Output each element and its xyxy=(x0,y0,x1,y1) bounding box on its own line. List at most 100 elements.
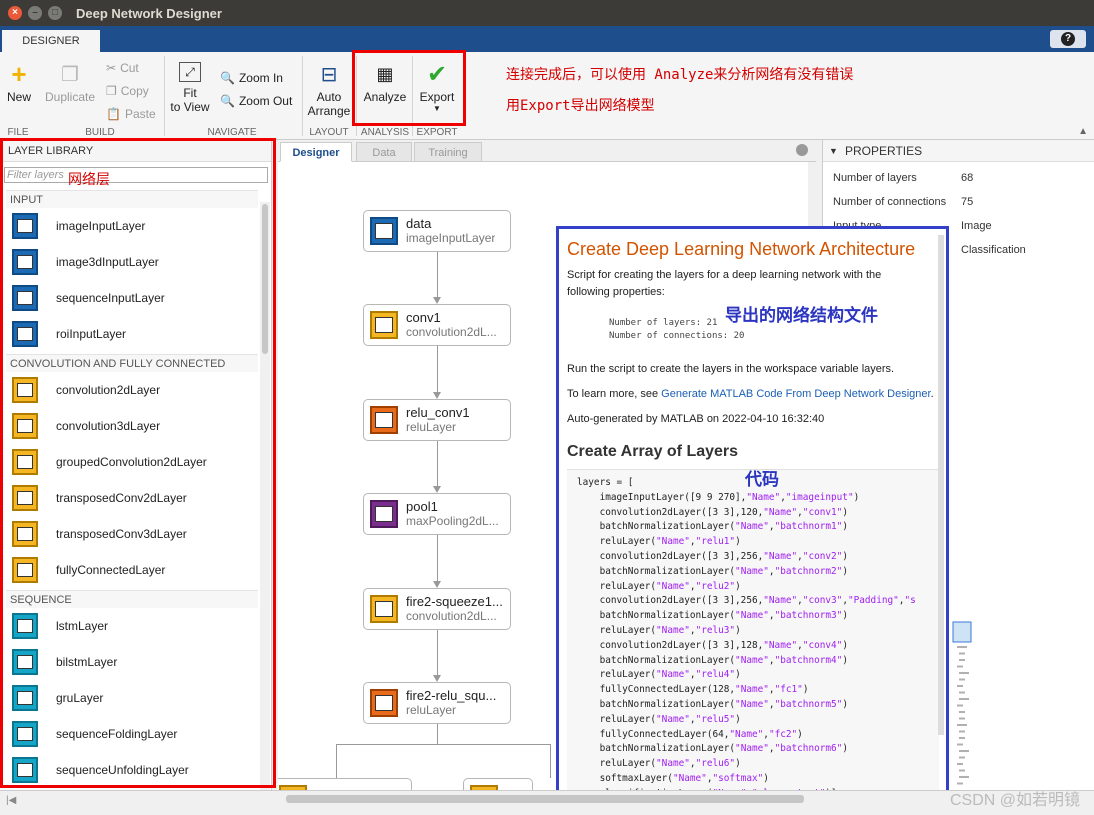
node-name: relu_conv1 xyxy=(406,405,470,420)
script-description: Script for creating the layers for a dee… xyxy=(567,269,882,298)
property-label: Number of connections xyxy=(833,196,947,208)
stats-connections: Number of connections: 20 xyxy=(609,331,745,341)
branch-connection-line xyxy=(336,744,550,745)
collapse-icon[interactable]: ▼ xyxy=(829,140,838,162)
layer-type-icon xyxy=(370,217,398,245)
layer-type-icon xyxy=(370,500,398,528)
script-scrollbar[interactable] xyxy=(938,235,944,735)
layer-glyph-icon xyxy=(375,506,393,522)
tab-training[interactable]: Training xyxy=(414,142,482,162)
scroll-left-icon[interactable]: |◀ xyxy=(6,795,16,806)
new-button[interactable]: + New xyxy=(4,59,34,105)
network-layer-node[interactable]: fire2-relu_squ... reluLayer xyxy=(363,682,511,724)
learn-more-link[interactable]: Generate MATLAB Code From Deep Network D… xyxy=(661,388,930,400)
node-text: relu_conv1 reluLayer xyxy=(406,405,470,435)
branch-connection-line xyxy=(336,744,337,778)
paste-button[interactable]: 📋 Paste xyxy=(106,107,156,121)
node-text: fire2-squeeze1... convolution2dL... xyxy=(406,594,503,624)
node-name: conv1 xyxy=(406,310,441,325)
network-overview-minimap[interactable] xyxy=(951,620,973,790)
minimap-node xyxy=(957,763,963,765)
help-button[interactable]: ? xyxy=(1050,30,1086,48)
canvas-tabbar: Designer Data Training xyxy=(278,140,816,162)
minimize-window-button[interactable]: – xyxy=(28,6,42,20)
code-line: reluLayer("Name","relu1") xyxy=(577,536,741,548)
minimap-node xyxy=(959,678,965,681)
fit-to-view-icon: ⤢ xyxy=(179,62,201,82)
minimap-node xyxy=(957,782,963,785)
code-line: batchNormalizationLayer("Name","batchnor… xyxy=(577,610,848,622)
properties-title: ▼ PROPERTIES xyxy=(823,140,1094,162)
tab-designer[interactable]: DESIGNER xyxy=(2,30,100,52)
minimap-node xyxy=(959,737,965,739)
code-line: batchNormalizationLayer("Name","batchnor… xyxy=(577,565,848,577)
group-label-analysis: ANALYSIS xyxy=(360,127,410,138)
horizontal-scrollbar-thumb[interactable] xyxy=(286,795,804,803)
connection-line xyxy=(437,724,438,744)
minimap-node xyxy=(957,724,967,726)
property-value: 75 xyxy=(961,196,974,208)
group-separator xyxy=(302,56,303,136)
scissors-icon: ✂ xyxy=(106,61,117,75)
annotation-analyze-note: 连接完成后，可以使用 Analyze来分析网络有没有错误 xyxy=(506,67,854,83)
window-titlebar: × – □ Deep Network Designer xyxy=(0,0,1094,26)
layer-type-icon xyxy=(370,595,398,623)
exported-script-window: Create Deep Learning Network Architectur… xyxy=(556,226,949,806)
code-line: reluLayer("Name","relu4") xyxy=(577,669,741,681)
canvas-options-icon[interactable] xyxy=(796,144,808,156)
duplicate-icon: ❐ xyxy=(61,63,79,86)
code-line: batchNormalizationLayer("Name","batchnor… xyxy=(577,521,848,533)
minimap-node xyxy=(957,704,963,707)
window-title: Deep Network Designer xyxy=(76,5,222,21)
network-layer-node[interactable]: fire2-squeeze1... convolution2dL... xyxy=(363,588,511,630)
zoom-out-button[interactable]: 🔍 Zoom Out xyxy=(220,94,292,108)
minimap-node xyxy=(957,646,967,648)
bottom-scrollbar[interactable]: |◀ xyxy=(0,790,1094,815)
node-type: convolution2dL... xyxy=(406,609,497,623)
branch-connection-line xyxy=(550,744,551,778)
code-line: convolution2dLayer([3 3],120,"Name","con… xyxy=(577,506,848,518)
node-name: data xyxy=(406,216,432,231)
network-layer-node[interactable]: conv1 convolution2dL... xyxy=(363,304,511,346)
cut-button[interactable]: ✂ Cut xyxy=(106,61,139,75)
annotation-file-note: 导出的网络结构文件 xyxy=(725,306,878,325)
watermark: CSDN @如若明镜 xyxy=(949,792,1080,809)
minimap-node xyxy=(959,698,969,700)
connection-arrow xyxy=(433,392,441,399)
code-line: batchNormalizationLayer("Name","batchnor… xyxy=(577,743,848,755)
copy-button[interactable]: ❐ Copy xyxy=(106,84,149,98)
maximize-window-button[interactable]: □ xyxy=(48,6,62,20)
property-value: Image xyxy=(961,220,992,232)
code-line: reluLayer("Name","relu6") xyxy=(577,758,741,770)
zoom-out-icon: 🔍 xyxy=(220,94,235,108)
minimap-node xyxy=(959,652,965,655)
auto-arrange-button[interactable]: ⊟ Auto Arrange xyxy=(306,62,352,119)
minimap-node xyxy=(959,711,965,713)
node-text: data imageInputLayer xyxy=(406,216,495,246)
tab-designer-canvas[interactable]: Designer xyxy=(280,142,352,162)
script-autogen-text: Auto-generated by MATLAB on 2022-04-10 1… xyxy=(567,413,825,425)
code-line: fullyConnectedLayer(64,"Name","fc2") xyxy=(577,728,803,740)
minimap-node xyxy=(959,756,965,759)
tab-data[interactable]: Data xyxy=(356,142,412,162)
zoom-in-icon: 🔍 xyxy=(220,71,235,85)
network-layer-node[interactable]: data imageInputLayer xyxy=(363,210,511,252)
node-text: pool1 maxPooling2dL... xyxy=(406,499,499,529)
connection-line xyxy=(437,346,438,393)
network-layer-node[interactable]: relu_conv1 reluLayer xyxy=(363,399,511,441)
duplicate-button[interactable]: ❐ Duplicate xyxy=(44,62,96,105)
layer-glyph-icon xyxy=(375,317,393,333)
node-type: reluLayer xyxy=(406,703,457,717)
layer-glyph-icon xyxy=(375,601,393,617)
node-name: fire2-squeeze1... xyxy=(406,594,503,609)
script-section-heading: Create Array of Layers xyxy=(567,443,739,460)
network-layer-node[interactable]: pool1 maxPooling2dL... xyxy=(363,493,511,535)
connection-line xyxy=(437,535,438,582)
group-label-navigate: NAVIGATE xyxy=(207,127,257,138)
fit-to-view-button[interactable]: ⤢ Fit to View xyxy=(170,62,210,114)
collapse-toolstrip-icon[interactable]: ▲ xyxy=(1078,126,1088,137)
close-window-button[interactable]: × xyxy=(8,6,22,20)
zoom-in-button[interactable]: 🔍 Zoom In xyxy=(220,71,283,85)
annotation-code-note: 代码 xyxy=(745,470,779,489)
minimap-node xyxy=(959,691,965,694)
